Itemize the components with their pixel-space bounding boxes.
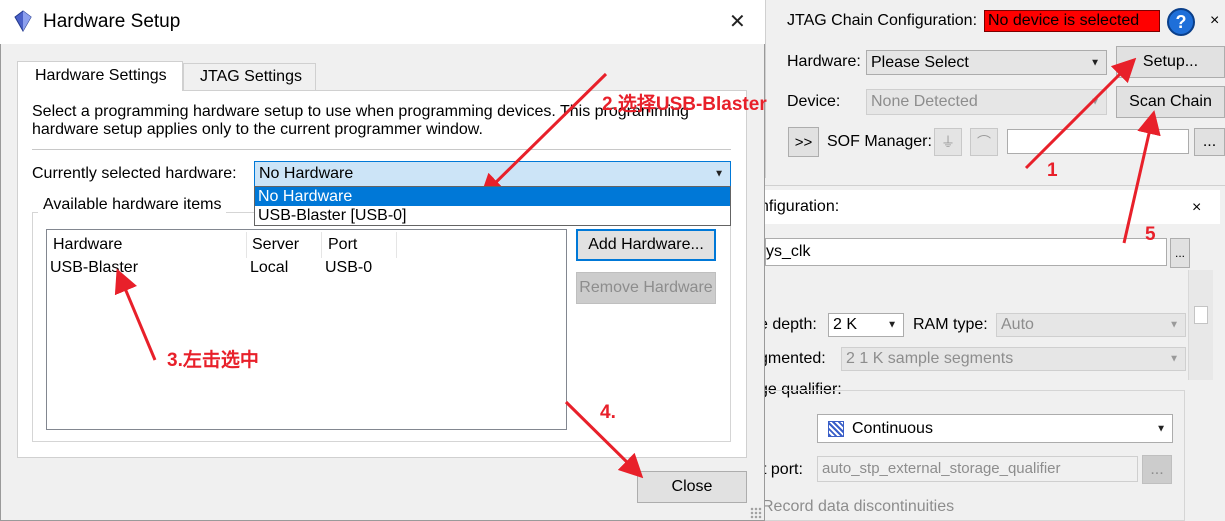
scrollbar-thumb[interactable]: [1194, 306, 1208, 324]
segmented-label: gmented:: [759, 350, 826, 367]
annotation-step-1: 1: [1047, 160, 1058, 181]
chevron-down-icon: ▼: [1156, 423, 1166, 434]
hardware-dropdown-list: No Hardware USB-Blaster [USB-0]: [254, 186, 731, 226]
depth-label: e depth:: [759, 316, 817, 333]
ram-type-value: Auto: [1001, 316, 1034, 333]
separator: [32, 149, 731, 150]
remove-hardware-button[interactable]: Remove Hardware: [576, 272, 716, 304]
dropdown-option-usb-blaster[interactable]: USB-Blaster [USB-0]: [255, 206, 730, 225]
sof-browse-button[interactable]: ...: [1194, 128, 1225, 156]
annotation-step-2: 2.选择USB-Blaster: [602, 94, 767, 115]
quartus-logo-icon: [11, 9, 35, 33]
dialog-title: Hardware Setup: [43, 11, 181, 32]
row-hardware-cell: USB-Blaster: [50, 259, 139, 276]
attach-icon[interactable]: ⌒: [970, 128, 998, 156]
tab-hardware-settings[interactable]: Hardware Settings: [17, 61, 183, 91]
current-hardware-label: Currently selected hardware:: [32, 165, 237, 182]
device-select-value: None Detected: [871, 93, 978, 110]
setup-button[interactable]: Setup...: [1116, 46, 1225, 78]
expand-button[interactable]: >>: [788, 127, 819, 157]
hardware-label: Hardware:: [787, 53, 861, 70]
chevron-down-icon: ▼: [714, 168, 724, 180]
add-hardware-button[interactable]: Add Hardware...: [576, 229, 716, 261]
program-icon[interactable]: ⏚: [934, 128, 962, 156]
scan-chain-button[interactable]: Scan Chain: [1116, 86, 1225, 118]
sof-file-field[interactable]: [1007, 129, 1189, 154]
tab-jtag-settings-label: JTAG Settings: [200, 68, 302, 85]
chevron-down-icon: ▼: [887, 319, 897, 331]
row-server-cell: Local: [250, 259, 289, 276]
jtag-chain-label: JTAG Chain Configuration:: [787, 12, 978, 29]
chevron-down-icon: ▼: [1169, 319, 1179, 331]
dialog-close-icon[interactable]: ✕: [729, 9, 746, 34]
row-port-cell: USB-0: [325, 259, 373, 276]
table-row[interactable]: USB-Blaster Local USB-0: [47, 258, 566, 280]
clock-browse-button[interactable]: ...: [1170, 238, 1190, 268]
annotation-step-5: 5: [1145, 224, 1156, 245]
annotation-step-4: 4.: [600, 402, 616, 423]
jtag-status-field: No device is selected: [984, 10, 1160, 32]
available-hardware-label: Available hardware items: [38, 196, 227, 214]
continuous-select[interactable]: Continuous ▼: [817, 414, 1173, 443]
column-divider: [396, 232, 397, 258]
signal-config-title: nfiguration:: [760, 198, 840, 215]
column-header-hardware[interactable]: Hardware: [53, 236, 122, 254]
annotation-step-3: 3.左击选中: [167, 350, 259, 371]
clock-field[interactable]: ys_clk: [765, 238, 1167, 266]
column-divider: [246, 232, 247, 258]
tab-jtag-settings[interactable]: JTAG Settings: [183, 63, 316, 90]
close-button[interactable]: Close: [637, 471, 747, 503]
dropdown-option-no-hardware[interactable]: No Hardware: [255, 187, 730, 206]
device-label: Device:: [787, 93, 841, 110]
column-header-port[interactable]: Port: [328, 236, 357, 254]
port-label: t port:: [762, 461, 803, 478]
continuous-icon: [828, 420, 844, 437]
current-hardware-select[interactable]: No Hardware ▼: [254, 161, 731, 187]
depth-select[interactable]: 2 K ▼: [828, 313, 904, 337]
hardware-select-value: Please Select: [871, 53, 969, 71]
chevron-down-icon: ▼: [1169, 353, 1179, 365]
depth-value: 2 K: [833, 316, 858, 333]
record-discontinuities-label[interactable]: Record data discontinuities: [762, 498, 954, 516]
signal-close-icon[interactable]: ×: [1192, 199, 1201, 217]
jtag-close-icon[interactable]: ×: [1210, 12, 1219, 30]
port-browse-button[interactable]: ...: [1142, 455, 1172, 484]
segmented-select[interactable]: 2 1 K sample segments ▼: [841, 347, 1186, 371]
current-hardware-value: No Hardware: [259, 165, 354, 182]
port-field[interactable]: auto_stp_external_storage_qualifier: [817, 456, 1138, 482]
resize-grip-icon[interactable]: [750, 507, 762, 519]
ram-type-select[interactable]: Auto ▼: [996, 313, 1186, 337]
hardware-select[interactable]: Please Select ▼: [866, 50, 1107, 75]
device-select[interactable]: None Detected ▼: [866, 89, 1107, 115]
help-icon[interactable]: ?: [1167, 8, 1195, 36]
tab-hardware-settings-label: Hardware Settings: [35, 67, 167, 84]
vertical-scrollbar[interactable]: [1188, 270, 1213, 380]
chevron-down-icon: ▼: [1090, 96, 1100, 108]
chevron-down-icon: ▼: [1090, 57, 1100, 68]
ram-type-label: RAM type:: [913, 316, 988, 333]
column-header-server[interactable]: Server: [252, 236, 299, 254]
continuous-value: Continuous: [852, 419, 933, 437]
segmented-value: 2 1 K sample segments: [846, 350, 1014, 367]
column-divider: [321, 232, 322, 258]
sof-manager-label: SOF Manager:: [827, 133, 932, 150]
